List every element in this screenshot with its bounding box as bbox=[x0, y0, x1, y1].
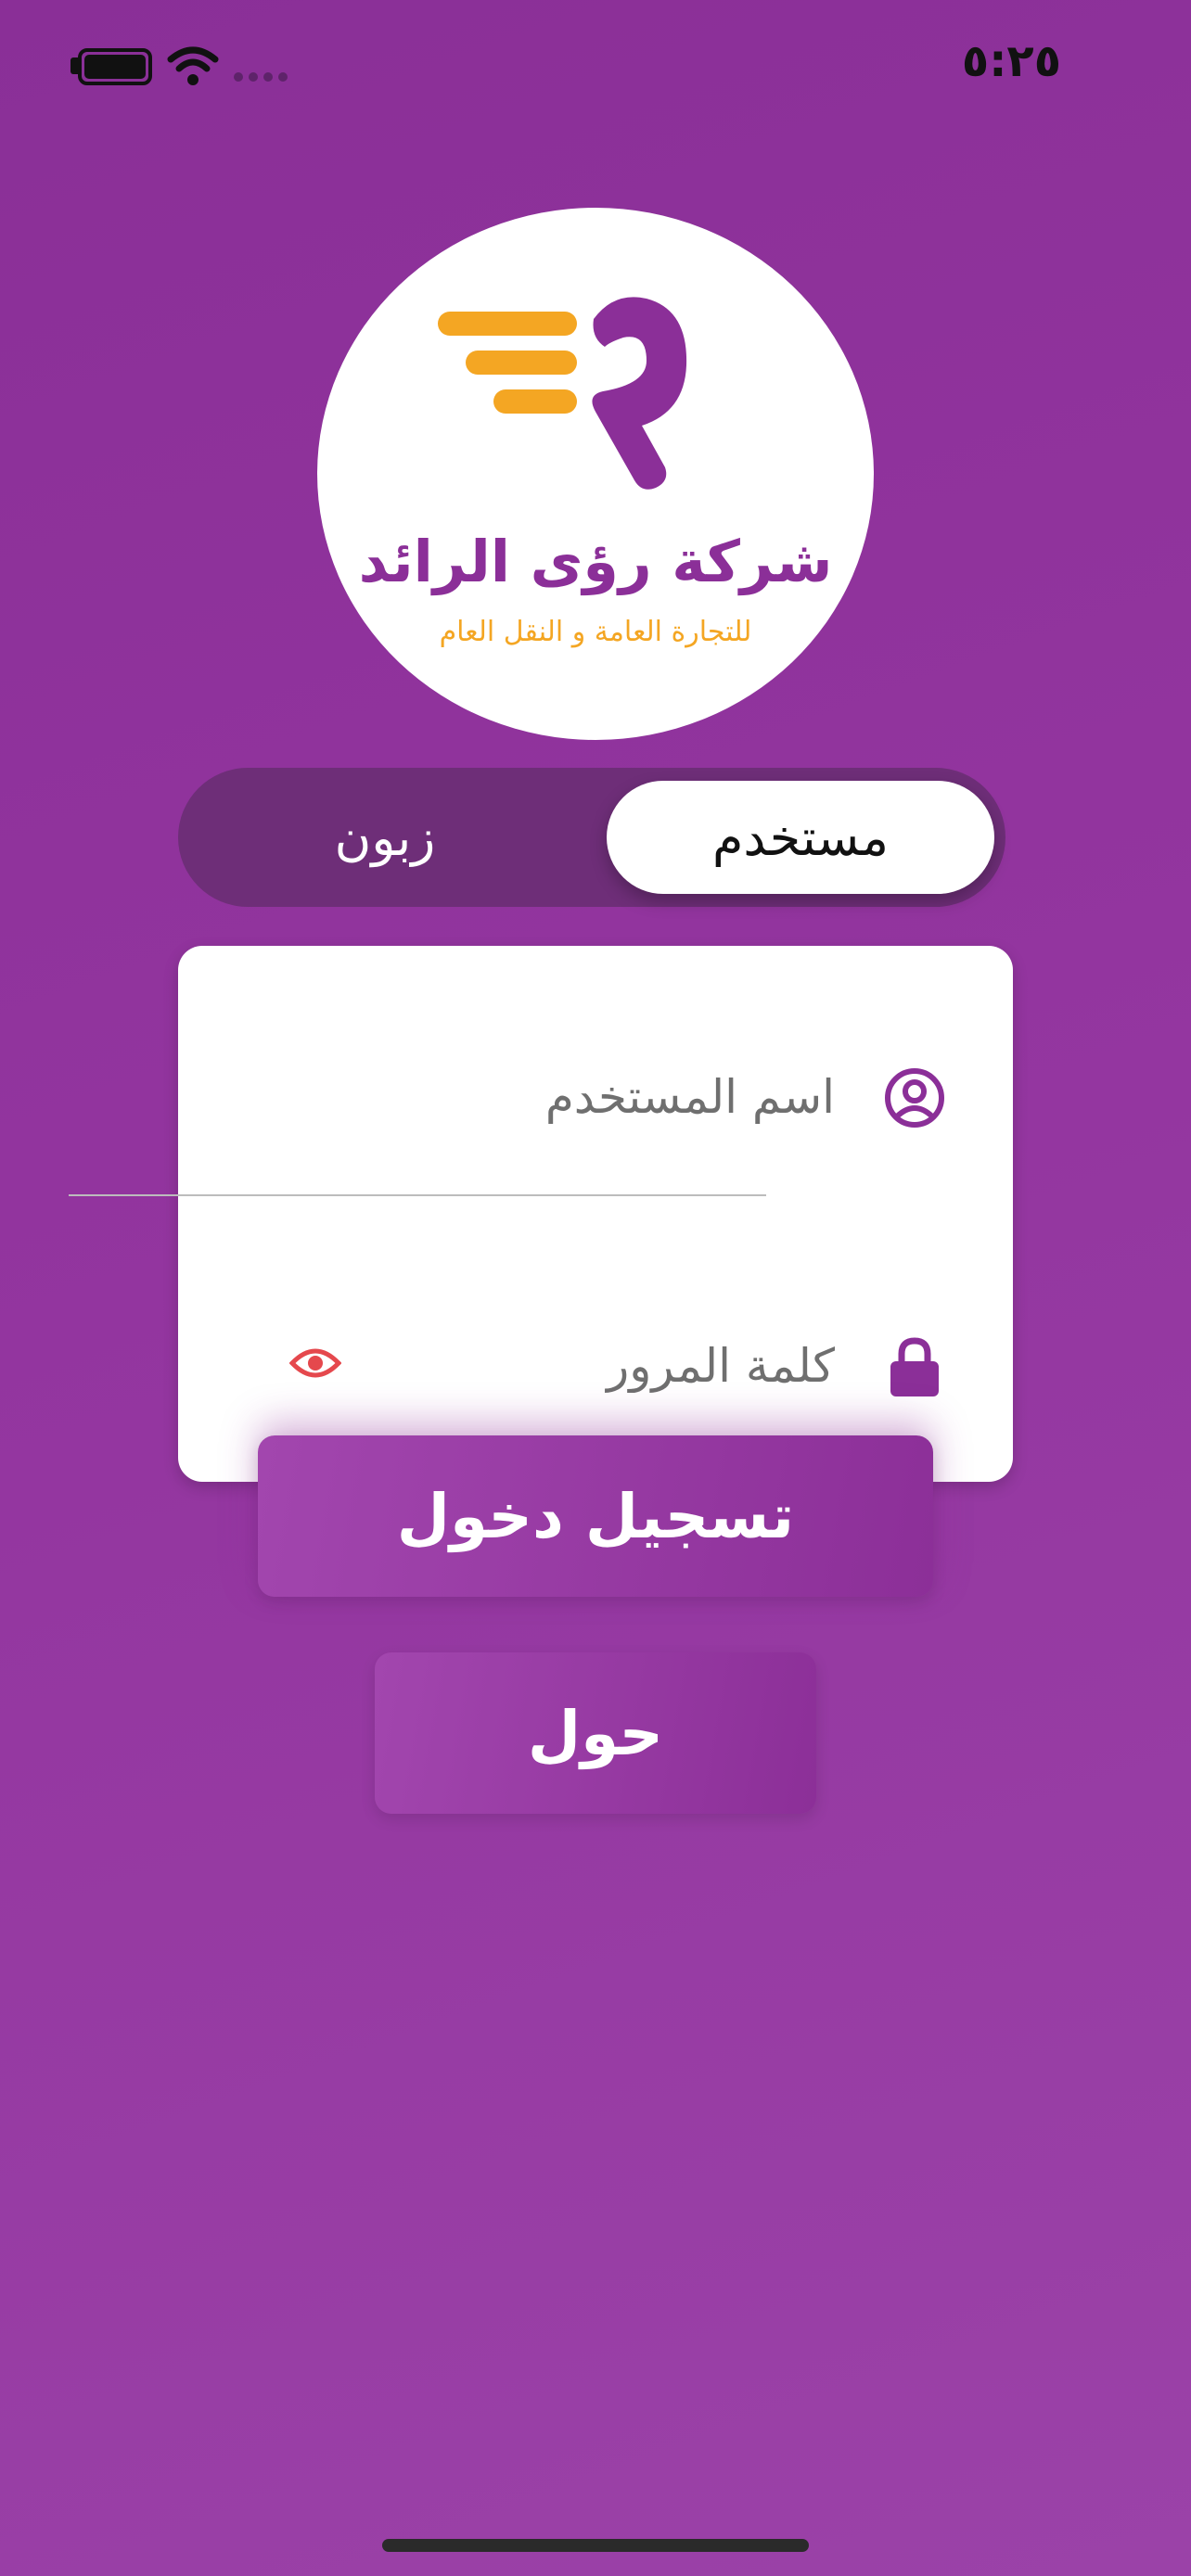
account-type-switch: زبون مستخدم bbox=[178, 768, 1005, 907]
username-field-row bbox=[178, 1022, 1013, 1170]
status-bar: ٥:٢٥ bbox=[0, 0, 1191, 130]
battery-level bbox=[84, 55, 146, 79]
tab-customer[interactable]: زبون bbox=[178, 768, 592, 907]
wifi-icon bbox=[167, 46, 219, 85]
eye-icon[interactable] bbox=[289, 1345, 341, 1382]
password-field-row bbox=[178, 1291, 1013, 1439]
status-time: ٥:٢٥ bbox=[961, 35, 1061, 87]
cellular-signal-icon bbox=[234, 72, 288, 82]
company-tagline: للتجارة العامة و النقل العام bbox=[439, 616, 752, 648]
battery-cap bbox=[70, 57, 78, 74]
tab-user[interactable]: مستخدم bbox=[607, 781, 994, 894]
password-input[interactable] bbox=[351, 1328, 837, 1404]
about-button[interactable]: حول bbox=[375, 1652, 816, 1814]
login-form-card bbox=[178, 946, 1013, 1482]
field-divider bbox=[69, 1194, 766, 1196]
lock-icon bbox=[890, 1337, 939, 1396]
battery-icon bbox=[78, 48, 152, 85]
username-input[interactable] bbox=[351, 1059, 837, 1135]
login-button[interactable]: تسجيل دخول bbox=[258, 1435, 933, 1597]
company-name: شركة رؤى الرائد bbox=[358, 528, 833, 595]
home-indicator[interactable] bbox=[382, 2539, 809, 2552]
company-logo: شركة رؤى الرائد للتجارة العامة و النقل ا… bbox=[317, 208, 874, 740]
logo-mark-icon bbox=[438, 297, 687, 490]
user-circle-icon bbox=[885, 1068, 944, 1128]
